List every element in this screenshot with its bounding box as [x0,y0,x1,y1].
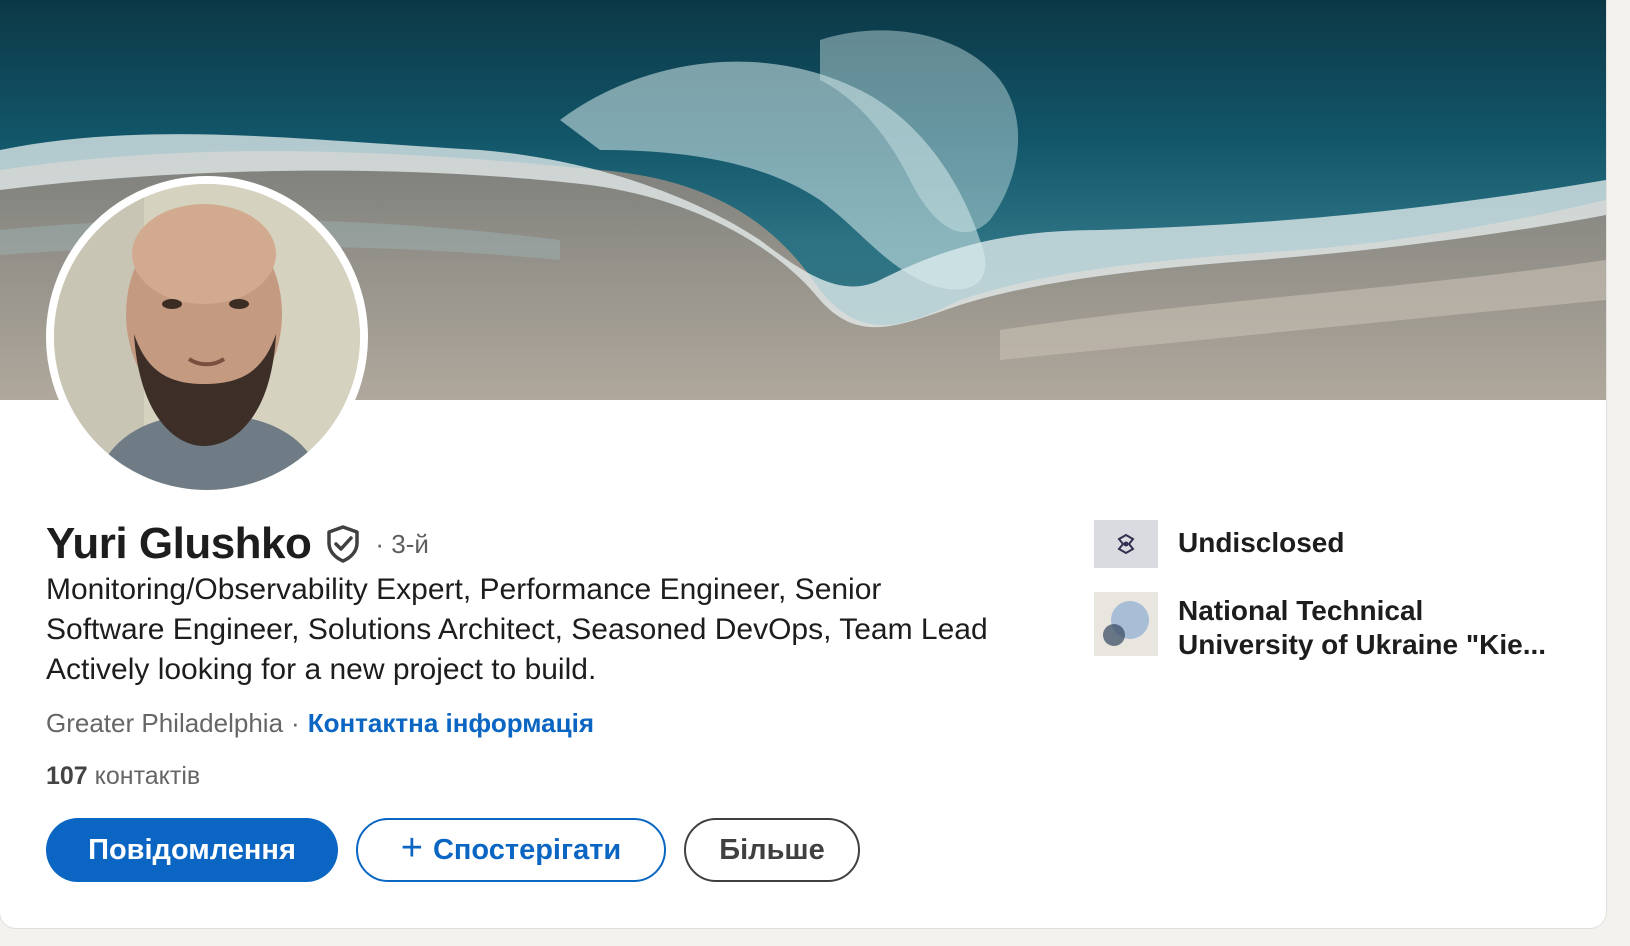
profile-location: Greater Philadelphia [46,708,284,738]
university-logo-icon [1094,592,1158,656]
profile-name: Yuri Glushko [46,519,312,568]
university-name: National Technical University of Ukraine… [1178,595,1547,660]
profile-card: Yuri Glushko · 3-й Monitoring/Observabil… [0,0,1606,928]
follow-button[interactable]: + Спостерігати [356,818,666,882]
profile-name-row: Yuri Glushko · 3-й [46,516,429,572]
education-item[interactable]: National Technical University of Ukraine… [1094,592,1574,662]
company-logo-icon [1094,520,1158,568]
profile-headline: Monitoring/Observability Expert, Perform… [46,573,988,686]
connection-degree: · 3-й [375,528,429,559]
location-separator: · [291,708,300,738]
profile-avatar[interactable] [46,176,368,498]
plus-icon: + [400,827,423,869]
connections-number: 107 [46,762,88,790]
message-button[interactable]: Повідомлення [46,818,338,882]
connections-count[interactable]: 107 контактів [46,762,200,791]
more-button[interactable]: Більше [684,818,860,882]
contact-info-link[interactable]: Контактна інформація [308,708,594,739]
follow-label: Спостерігати [432,833,622,866]
company-name: Undisclosed [1178,527,1345,558]
profile-actions: Повідомлення + Спостерігати Більше [46,818,860,882]
location-row: Greater Philadelphia · Контактна інформа… [46,708,594,739]
profile-sidebar: Undisclosed National Technical Universit… [1094,520,1574,686]
current-company-item[interactable]: Undisclosed [1094,520,1574,568]
verified-shield-icon[interactable] [323,524,363,564]
connections-label: контактів [94,762,201,790]
